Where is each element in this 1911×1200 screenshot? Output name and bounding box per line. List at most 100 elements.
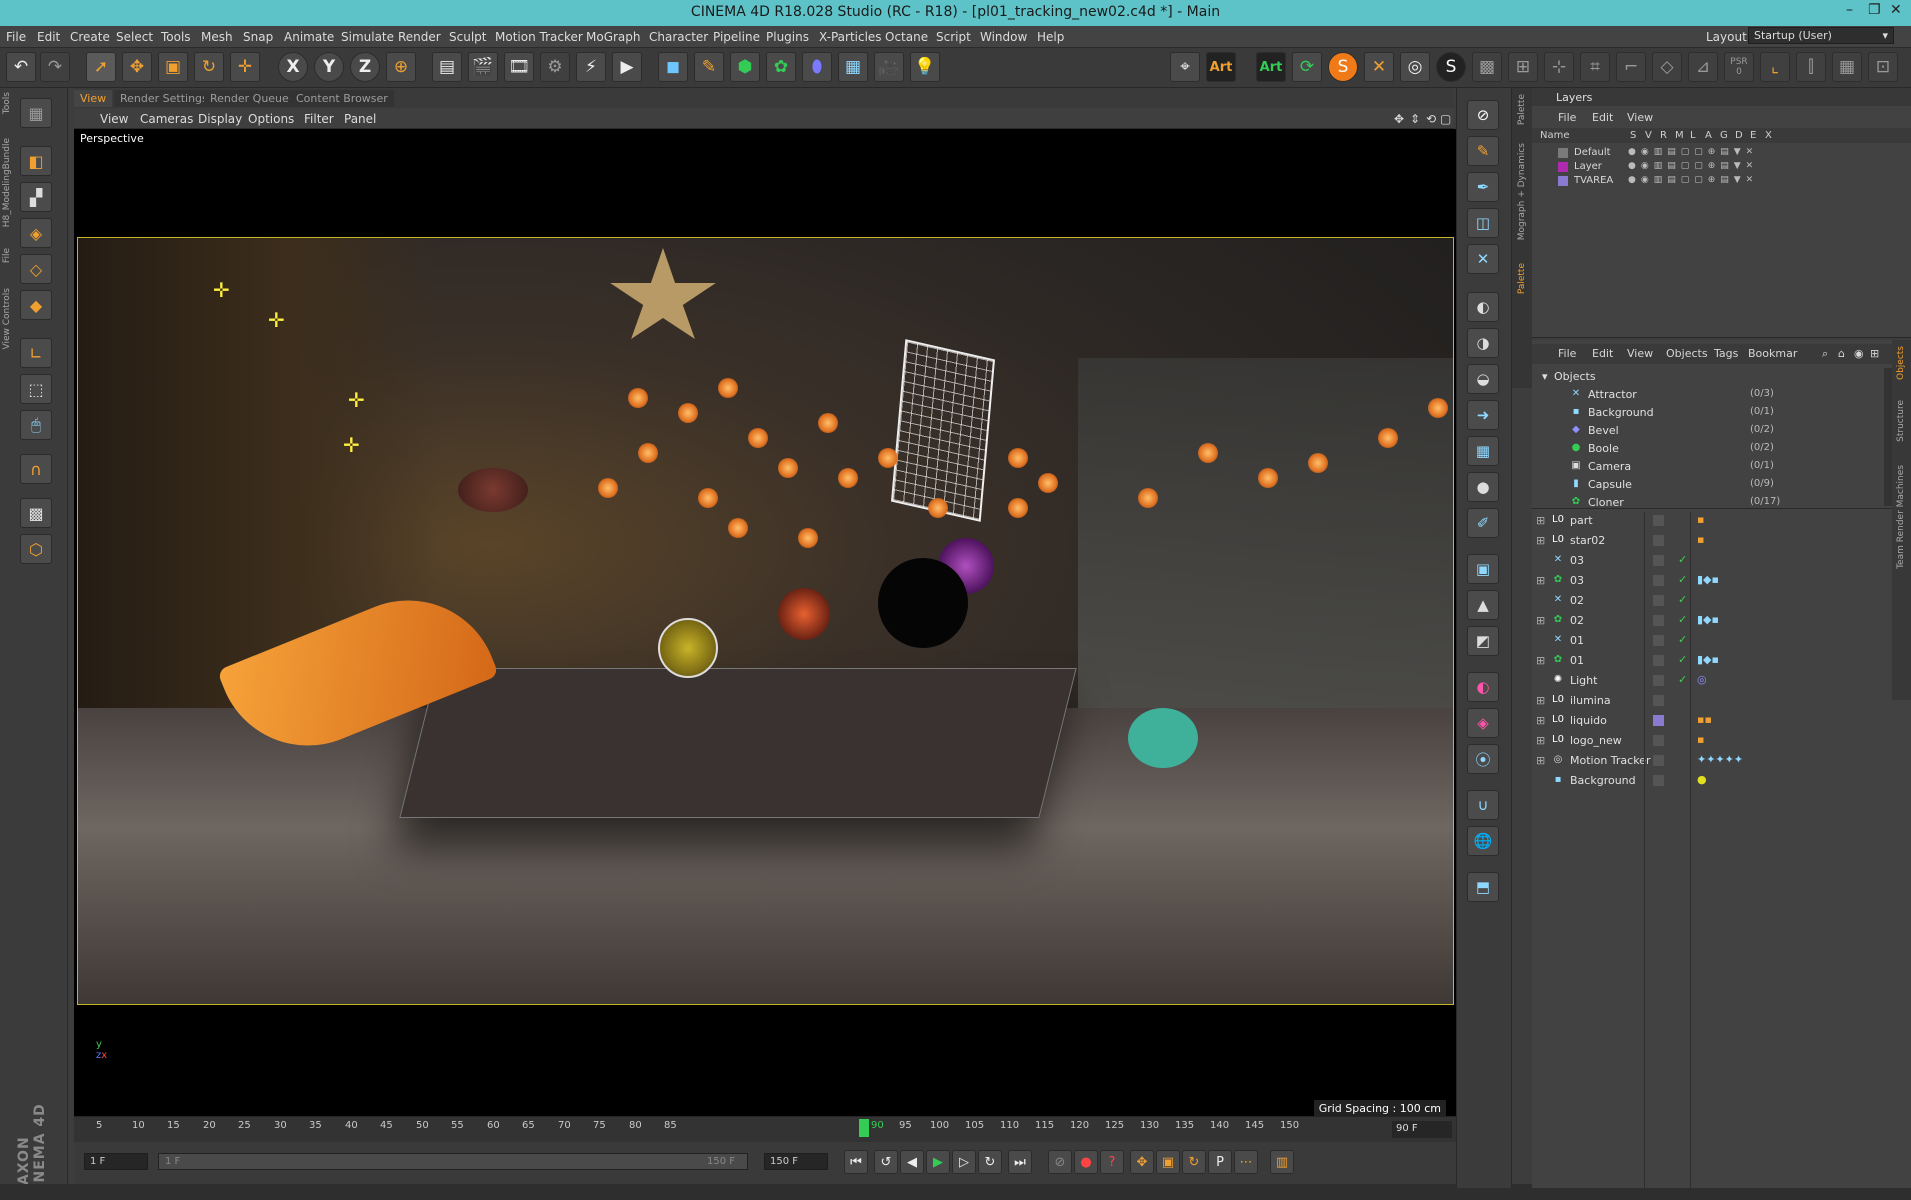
key-scale-icon[interactable]: ▣ — [1156, 1150, 1180, 1174]
paint-brush-icon[interactable]: ✐ — [1467, 508, 1499, 538]
layer-name[interactable]: TVAREA — [1574, 175, 1613, 186]
left-tab-modeling-bundle[interactable]: H8_ModelingBundle — [2, 138, 12, 227]
tag-icon[interactable]: ▮◆▪ — [1697, 573, 1719, 586]
measure-icon[interactable]: ⊡ — [1868, 52, 1898, 82]
interactive-render-icon[interactable]: ⚙ — [540, 52, 570, 82]
library-root[interactable]: ▾ Objects — [1532, 368, 1892, 385]
menu-render[interactable]: Render — [398, 30, 441, 44]
layer-swatch[interactable] — [1653, 635, 1664, 646]
layer-swatch[interactable] — [1653, 595, 1664, 606]
link-icon[interactable]: ⟳ — [1292, 52, 1322, 82]
menu-create[interactable]: Create — [70, 30, 110, 44]
menu-tools[interactable]: Tools — [161, 30, 191, 44]
lock-workplane-icon[interactable]: ⬡ — [20, 534, 52, 564]
vp-zoom-icon[interactable]: ⇕ — [1410, 112, 1420, 126]
col-r[interactable]: R — [1660, 130, 1667, 141]
mouse-icon[interactable]: 🖱 — [20, 410, 52, 440]
light-tag-icon[interactable]: ◎ — [1697, 673, 1707, 686]
move-icon[interactable]: ✥ — [122, 52, 152, 82]
col-a[interactable]: A — [1705, 130, 1712, 141]
frame-range-slider[interactable]: 1 F 150 F — [158, 1153, 748, 1170]
layer-swatch[interactable] — [1653, 575, 1664, 586]
magnet-icon[interactable]: ∩ — [20, 454, 52, 484]
vp-menu-view[interactable]: View — [100, 112, 128, 126]
playhead[interactable] — [859, 1119, 869, 1137]
key-position-icon[interactable]: ✥ — [1130, 1150, 1154, 1174]
layer-swatch[interactable] — [1653, 535, 1664, 546]
menu-plugins[interactable]: Plugins — [766, 30, 809, 44]
layer-swatch[interactable] — [1653, 695, 1664, 706]
render-picture-viewer-icon[interactable]: 🎬 — [468, 52, 498, 82]
new-window-icon[interactable]: ⊞ — [1870, 347, 1879, 360]
key-pla-icon[interactable]: ⋯ — [1234, 1150, 1258, 1174]
menu-motion-tracker[interactable]: Motion Tracker — [495, 30, 583, 44]
scene-object-row[interactable]: ⊞ ◎ Motion Tracker ✦✦✦✦✦ — [1532, 752, 1892, 769]
expand-icon[interactable]: ⊞ — [1536, 694, 1545, 707]
scene-object-row[interactable]: ⊞ L0 part ▪ — [1532, 512, 1892, 529]
layer-swatch[interactable] — [1653, 655, 1664, 666]
menu-snap[interactable]: Snap — [243, 30, 273, 44]
layer-color-swatch[interactable] — [1558, 148, 1568, 158]
axis-lock-icon[interactable]: ⌞ — [1760, 52, 1790, 82]
psr-snap-button[interactable]: PSR 0 — [1724, 52, 1754, 82]
scatter-icon[interactable]: ✕ — [1364, 52, 1394, 82]
scene-object-row[interactable]: ✕ 01 ✓ — [1532, 632, 1892, 649]
col-m[interactable]: M — [1675, 130, 1684, 141]
align-icon[interactable]: ⫿ — [1796, 52, 1826, 82]
expand-icon[interactable]: ⊞ — [1536, 734, 1545, 747]
expand-icon[interactable]: ⊞ — [1536, 654, 1545, 667]
menu-octane[interactable]: Octane — [885, 30, 928, 44]
coordinate-system-icon[interactable]: ⊕ — [386, 52, 416, 82]
enabled-check-icon[interactable]: ✓ — [1678, 653, 1687, 666]
render-settings-icon[interactable]: 🎞 — [504, 52, 534, 82]
next-key-icon[interactable]: ↻ — [978, 1150, 1002, 1174]
menu-help[interactable]: Help — [1037, 30, 1064, 44]
vp-menu-cameras[interactable]: Cameras — [140, 112, 193, 126]
expand-icon[interactable]: ⊞ — [1536, 574, 1545, 587]
layout-select[interactable]: Startup (User) ▾ — [1748, 27, 1894, 44]
undo-icon[interactable]: ↶ — [6, 52, 36, 82]
col-s[interactable]: S — [1630, 130, 1636, 141]
layer-swatch[interactable] — [1653, 755, 1664, 766]
tag-icon[interactable]: ▪ — [1697, 733, 1704, 746]
vp-menu-display[interactable]: Display — [198, 112, 242, 126]
side-tab-team-render[interactable]: Team Render Machines — [1896, 465, 1906, 569]
col-e[interactable]: E — [1750, 130, 1756, 141]
scene-object-row[interactable]: ▪ Background ● — [1532, 772, 1892, 789]
render-view-icon[interactable]: ▤ — [432, 52, 462, 82]
tag-icon[interactable]: ▪ — [1697, 513, 1704, 526]
floor-icon[interactable]: ▦ — [838, 52, 868, 82]
menu-x-particles[interactable]: X-Particles — [819, 30, 882, 44]
cube-icon[interactable]: ◼ — [658, 52, 688, 82]
layers-stack-icon[interactable]: ◫ — [1467, 208, 1499, 238]
tag-icon[interactable]: ▪▪ — [1697, 713, 1712, 726]
tab-content-browser[interactable]: Content Browser — [290, 90, 394, 107]
library-scrollbar[interactable] — [1884, 368, 1892, 506]
axis-tool-icon[interactable]: ∟ — [20, 338, 52, 368]
menu-window[interactable]: Window — [980, 30, 1027, 44]
sculpt-grab-icon[interactable]: ◐ — [1467, 292, 1499, 322]
sculpt-inflate-icon[interactable]: ◒ — [1467, 364, 1499, 394]
magnet-u-icon[interactable]: ∪ — [1467, 790, 1499, 820]
expand-icon[interactable]: ⊞ — [1536, 754, 1545, 767]
side-tab-objects[interactable]: Objects — [1896, 346, 1906, 380]
polygons-mode-icon[interactable]: ◆ — [20, 290, 52, 320]
tweak-icon[interactable]: ⬚ — [20, 374, 52, 404]
tag-icon[interactable]: ▮◆▪ — [1697, 653, 1719, 666]
layer-color-swatch[interactable] — [1558, 162, 1568, 172]
enabled-check-icon[interactable]: ✓ — [1678, 633, 1687, 646]
rt-globe-icon[interactable]: 🌐 — [1467, 826, 1499, 856]
deformer-icon[interactable]: ⬮ — [802, 52, 832, 82]
sphere-select-icon[interactable]: ● — [1467, 472, 1499, 502]
palette-tab-1[interactable]: Palette — [1517, 94, 1527, 125]
col-g[interactable]: G — [1720, 130, 1728, 141]
obj-menu-tags[interactable]: Tags — [1714, 347, 1738, 360]
layer-flags[interactable]: ●◉▥▤▢▢⊕▤▼✕ — [1628, 175, 1758, 185]
left-tab-tools[interactable]: Tools — [2, 92, 12, 114]
timeline-window-icon[interactable]: ▥ — [1270, 1150, 1294, 1174]
obj-menu-edit[interactable]: Edit — [1592, 347, 1613, 360]
vp-maximize-icon[interactable]: ▢ — [1440, 112, 1451, 126]
go-to-end-icon[interactable]: ⏭ — [1008, 1150, 1032, 1174]
enabled-check-icon[interactable]: ✓ — [1678, 573, 1687, 586]
sculpt-smooth-icon[interactable]: ◑ — [1467, 328, 1499, 358]
